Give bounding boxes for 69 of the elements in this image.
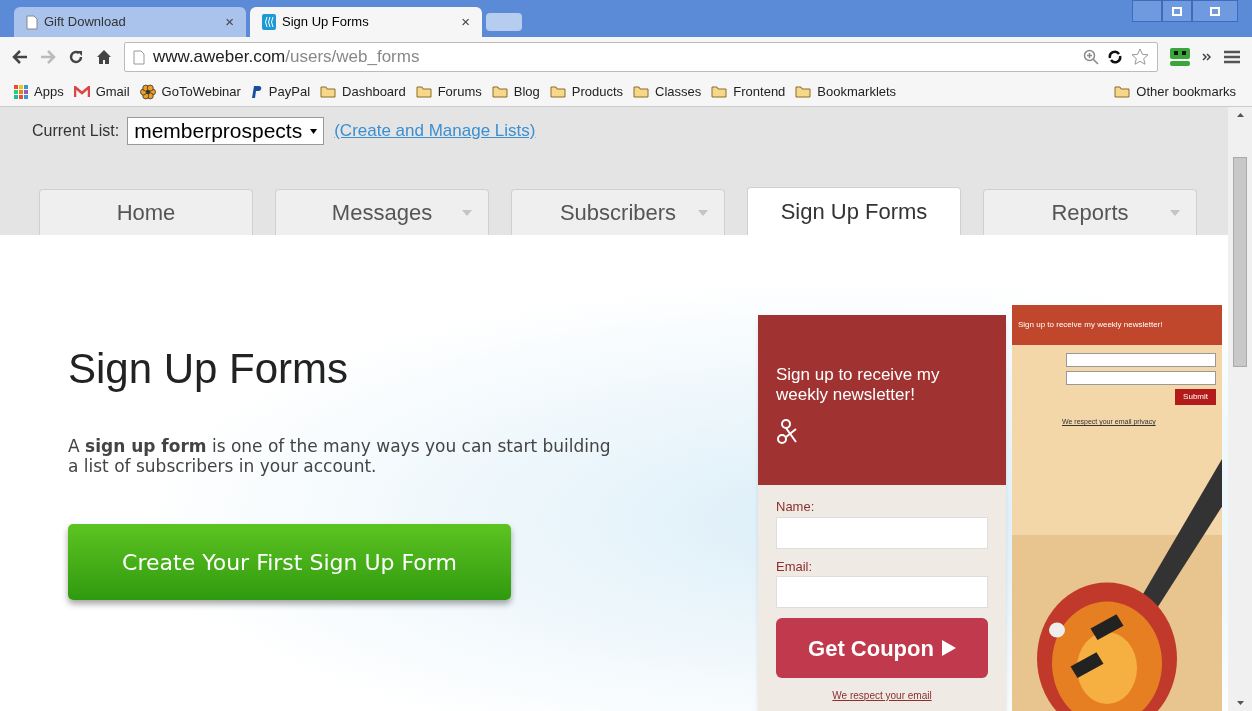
form-title: Sign up to receive my weekly newsletter! (776, 365, 941, 405)
page-icon (133, 49, 145, 65)
nav-tab[interactable]: Subscribers (511, 189, 725, 235)
close-icon[interactable]: × (461, 10, 470, 34)
flower-icon (139, 83, 156, 100)
mail-icon (73, 85, 90, 98)
bookmark[interactable]: Apps (14, 81, 64, 102)
paypal-icon (250, 84, 263, 99)
home-icon[interactable] (96, 49, 112, 65)
field-label: Name: (776, 498, 816, 516)
field-label: Email: (776, 557, 814, 576)
caret-icon (310, 128, 318, 134)
scroll-down-icon[interactable] (1236, 701, 1244, 705)
bookmark[interactable]: Blog (491, 81, 540, 102)
robot-icon[interactable] (1170, 48, 1190, 66)
sync-icon[interactable] (1107, 49, 1123, 65)
folder-icon (795, 85, 812, 98)
folder-icon (1114, 85, 1131, 98)
list-dropdown[interactable]: memberprospects (127, 117, 325, 145)
star-icon[interactable] (1131, 48, 1149, 66)
reload-icon[interactable] (68, 49, 84, 65)
folder-icon (711, 85, 728, 98)
zoom-icon[interactable] (1083, 49, 1099, 65)
input-field[interactable] (776, 516, 988, 549)
menu-icon[interactable] (1224, 50, 1240, 64)
url-text: www.aweber.com/users/web_forms (153, 46, 421, 69)
folder-icon (320, 85, 337, 98)
list-label: Current List: (32, 121, 120, 141)
browser-tab[interactable]: Gift Download × (14, 7, 246, 37)
nav-tab[interactable]: Messages (275, 189, 489, 235)
tab-title: Gift Download (44, 13, 127, 32)
page-icon (26, 14, 38, 30)
wave-logo-icon (262, 14, 276, 30)
other-bookmarks[interactable]: Other bookmarks (1114, 81, 1236, 102)
page-heading: Sign Up Forms (68, 344, 350, 394)
intro-text: A sign up form is one of the many ways you can start building a list of subscribers in your account. (68, 436, 612, 476)
nav-tab[interactable]: Sign Up Forms (747, 187, 961, 235)
close-icon[interactable]: × (225, 10, 234, 34)
folder-icon (415, 85, 432, 98)
back-icon[interactable] (12, 50, 28, 64)
folder-icon (549, 85, 566, 98)
bookmark[interactable]: Products (549, 81, 624, 102)
bookmark[interactable]: Gmail (73, 81, 130, 102)
form-title: Sign up to receive my weekly newsletter! (1018, 319, 1163, 331)
restore-icon[interactable] (1162, 0, 1192, 22)
nav-tab[interactable]: Home (39, 189, 253, 235)
input-field[interactable] (776, 576, 988, 608)
bookmark[interactable]: Forums (415, 81, 482, 102)
nav-tab[interactable]: Reports (983, 189, 1197, 235)
bookmark[interactable]: GoToWebinar (139, 81, 241, 102)
scissors-icon (776, 419, 800, 445)
bookmark[interactable]: Bookmarklets (795, 81, 897, 102)
bookmark[interactable]: Dashboard (320, 81, 406, 102)
folder-icon (633, 85, 650, 98)
play-icon (941, 640, 956, 656)
tab-title: Sign Up Forms (282, 13, 370, 32)
bookmark[interactable]: Frontend (711, 81, 786, 102)
scroll-thumb[interactable] (1233, 157, 1247, 367)
coupon-button[interactable]: Get Coupon (776, 618, 988, 678)
apps-grid-icon (14, 84, 28, 99)
chevrons-icon[interactable] (1202, 52, 1212, 62)
submit-button[interactable]: Submit (1175, 389, 1216, 405)
scroll-up-icon[interactable] (1236, 113, 1244, 117)
bookmark[interactable]: PayPal (250, 81, 311, 102)
privacy-link[interactable]: We respect your email (832, 688, 932, 703)
address-bar[interactable]: www.aweber.com/users/web_forms (124, 42, 1158, 72)
bookmark[interactable]: Classes (633, 81, 702, 102)
browser-tab[interactable]: Sign Up Forms × (250, 7, 482, 37)
folder-icon (491, 85, 508, 98)
